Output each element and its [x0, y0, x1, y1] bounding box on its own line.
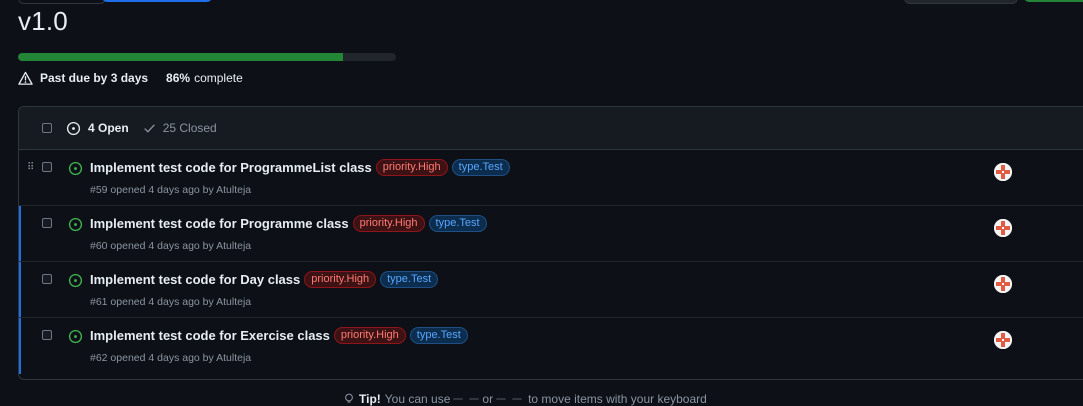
issue-title-link[interactable]: Implement test code for ProgrammeList cl…	[90, 160, 372, 175]
avatar[interactable]	[994, 219, 1012, 237]
avatar[interactable]	[994, 331, 1012, 349]
due-status-text: Past due by 3 days	[40, 71, 149, 85]
label-type-test[interactable]: type.Test	[451, 159, 510, 176]
issue-checkbox[interactable]	[42, 218, 52, 228]
milestone-progress-bar	[18, 53, 396, 61]
open-issues-filter[interactable]: 4 Open	[66, 121, 129, 136]
closed-issues-filter[interactable]: 25 Closed	[143, 121, 217, 135]
label-priority-high[interactable]: priority.High	[375, 159, 448, 176]
tip-text-a: You can use	[384, 392, 451, 406]
edit-milestone-button-fragment[interactable]	[904, 0, 1018, 4]
complete-percent: 86%	[166, 71, 191, 85]
check-icon	[144, 124, 155, 132]
issue-opened-icon	[68, 273, 83, 288]
new-issue-button-fragment[interactable]	[1024, 0, 1083, 2]
issue-title-link[interactable]: Implement test code for Programme class	[90, 216, 349, 231]
milestone-progress-fill	[18, 53, 344, 61]
issue-list: 4 Open 25 Closed ⠿ Implement test code f…	[18, 106, 1083, 380]
label-priority-high[interactable]: priority.High	[333, 327, 406, 344]
closed-count-label: 25 Closed	[162, 121, 217, 135]
issue-row[interactable]: Implement test code for Exercise class p…	[19, 318, 1083, 374]
label-type-test[interactable]: type.Test	[409, 327, 468, 344]
label-priority-high[interactable]: priority.High	[352, 215, 425, 232]
issue-opened-icon	[68, 329, 83, 344]
tip-text-b: to move items with your keyboard	[528, 392, 707, 406]
grabber-icon[interactable]: ⠿	[27, 163, 35, 173]
issue-title-link[interactable]: Implement test code for Day class	[90, 272, 300, 287]
complete-label: complete	[194, 71, 243, 85]
top-tab-active-fragment[interactable]	[102, 0, 212, 2]
keyboard-tip: Tip! You can use or to move items with y…	[343, 392, 707, 406]
label-type-test[interactable]: type.Test	[380, 271, 439, 288]
issue-row[interactable]: Implement test code for Programme class …	[19, 206, 1083, 262]
issue-row[interactable]: Implement test code for Day class priori…	[19, 262, 1083, 318]
alert-icon	[18, 71, 33, 85]
issue-row[interactable]: ⠿ Implement test code for ProgrammeList …	[19, 150, 1083, 206]
issue-meta: #60 opened 4 days ago by Atulteja	[90, 240, 252, 252]
milestone-status: Past due by 3 days 86% complete	[18, 70, 243, 86]
issue-meta: #61 opened 4 days ago by Atulteja	[90, 296, 252, 308]
label-type-test[interactable]: type.Test	[428, 215, 487, 232]
avatar[interactable]	[994, 163, 1012, 181]
tip-text-or: or	[482, 392, 494, 406]
milestone-title: v1.0	[18, 6, 68, 36]
kbd-key	[496, 398, 507, 400]
light-bulb-icon	[345, 393, 353, 403]
tip-label: Tip!	[359, 392, 381, 406]
issue-meta: #59 opened 4 days ago by Atulteja	[90, 184, 252, 196]
avatar[interactable]	[994, 275, 1012, 293]
issue-opened-icon	[68, 217, 83, 232]
issue-checkbox[interactable]	[42, 274, 52, 284]
kbd-key	[469, 398, 480, 400]
kbd-key	[512, 398, 523, 400]
issue-opened-icon	[68, 161, 83, 176]
issue-meta: #62 opened 4 days ago by Atulteja	[90, 352, 252, 364]
issue-opened-icon	[66, 121, 81, 135]
issue-checkbox[interactable]	[42, 330, 52, 340]
select-all-checkbox[interactable]	[42, 123, 52, 133]
top-button-fragment[interactable]	[18, 0, 106, 4]
kbd-key	[453, 398, 464, 400]
issue-list-header: 4 Open 25 Closed	[19, 107, 1083, 150]
label-priority-high[interactable]: priority.High	[304, 271, 377, 288]
open-count-label: 4 Open	[88, 121, 129, 135]
issue-title-link[interactable]: Implement test code for Exercise class	[90, 328, 330, 343]
issue-checkbox[interactable]	[42, 162, 52, 172]
